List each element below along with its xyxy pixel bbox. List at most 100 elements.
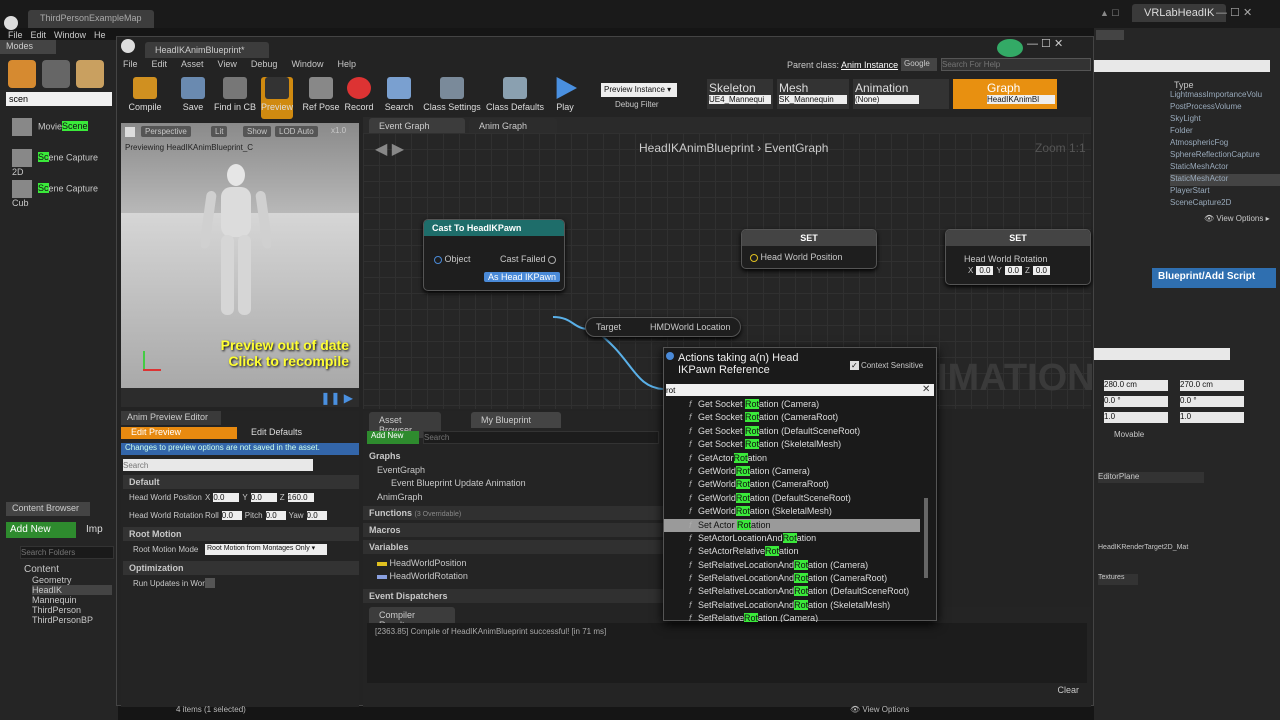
textures-select[interactable]: Textures bbox=[1098, 574, 1138, 585]
set-head-position-node[interactable]: SET Head World Position bbox=[741, 229, 877, 269]
search-button[interactable]: Search bbox=[373, 77, 425, 117]
blueprint-add-script-button[interactable]: Blueprint/Add Script bbox=[1152, 268, 1276, 288]
content-browser-tab[interactable]: Content Browser bbox=[6, 502, 90, 516]
anim-graph-item[interactable]: AnimGraph bbox=[377, 492, 423, 502]
speed-button[interactable]: x1.0 bbox=[331, 126, 346, 135]
outliner-item[interactable]: StaticMeshActor bbox=[1170, 162, 1280, 174]
scale-y-input[interactable]: 1.0 bbox=[1180, 412, 1244, 423]
variables-header[interactable]: Variables bbox=[363, 540, 663, 554]
paint-mode-icon[interactable] bbox=[42, 60, 70, 88]
actions-scrollbar[interactable] bbox=[924, 498, 928, 578]
roll-input[interactable]: 0.0 bbox=[221, 511, 242, 520]
menu-window[interactable]: Window bbox=[291, 59, 323, 69]
pitch-input[interactable]: 0.0 bbox=[265, 511, 286, 520]
place-mode-icon[interactable] bbox=[8, 60, 36, 88]
action-item[interactable]: SetActorLocationAndRotation bbox=[664, 532, 920, 546]
tab-vrlabheadik[interactable]: VRLabHeadIK bbox=[1132, 4, 1227, 22]
folder-item[interactable]: ThirdPersonBP bbox=[32, 615, 112, 625]
hmd-location-node[interactable]: Target HMDWorld Location bbox=[585, 317, 741, 337]
x-input[interactable]: 0.0 bbox=[976, 266, 994, 275]
edit-defaults-tab[interactable]: Edit Defaults bbox=[251, 427, 302, 437]
help-search-input[interactable] bbox=[941, 58, 1091, 71]
set-head-rotation-node[interactable]: SET Head World Rotation X 0.0 Y 0.0 Z 0.0 bbox=[945, 229, 1091, 285]
edit-preview-tab[interactable]: Edit Preview bbox=[121, 427, 237, 439]
event-dispatchers-header[interactable]: Event Dispatchers bbox=[363, 589, 663, 603]
menu-asset[interactable]: Asset bbox=[181, 59, 204, 69]
variable-item[interactable]: HeadWorldRotation bbox=[377, 571, 468, 581]
mode-skeleton[interactable]: Skeleton UE4_Mannequi bbox=[707, 79, 773, 109]
outliner-item[interactable]: Folder bbox=[1170, 126, 1280, 138]
default-section[interactable]: Default bbox=[123, 475, 359, 489]
folder-item[interactable]: Mannequin bbox=[32, 595, 112, 605]
outliner-item[interactable]: StaticMeshActor bbox=[1170, 174, 1280, 186]
lit-button[interactable]: Lit bbox=[211, 126, 228, 137]
action-item[interactable]: GetWorldRotation (Camera) bbox=[664, 465, 920, 479]
lod-button[interactable]: LOD Auto bbox=[275, 126, 318, 137]
action-item[interactable]: SetRelativeLocationAndRotation (Skeletal… bbox=[664, 599, 920, 613]
z-input[interactable]: 0.0 bbox=[1032, 266, 1050, 275]
outliner-search-input[interactable] bbox=[1094, 60, 1270, 72]
search-provider-select[interactable]: Google bbox=[901, 58, 937, 71]
scale-x-input[interactable]: 1.0 bbox=[1104, 412, 1168, 423]
outliner-item[interactable]: SphereReflectionCapture bbox=[1170, 150, 1280, 162]
folder-item[interactable]: Geometry bbox=[32, 575, 112, 585]
mode-animation[interactable]: Animation (None) bbox=[853, 79, 949, 109]
location-x-input[interactable]: 280.0 cm bbox=[1104, 380, 1168, 391]
action-item[interactable]: GetWorldRotation (CameraRoot) bbox=[664, 478, 920, 492]
my-bp-search-input[interactable] bbox=[423, 431, 659, 444]
root-motion-mode-select[interactable]: Root Motion from Montages Only ▾ bbox=[205, 544, 327, 555]
landscape-mode-icon[interactable] bbox=[76, 60, 104, 88]
mode-mesh[interactable]: Mesh SK_Mannequin bbox=[777, 79, 849, 109]
preview-instance-select[interactable]: Preview Instance ▾ bbox=[601, 83, 677, 97]
perspective-button[interactable]: Perspective bbox=[141, 126, 191, 137]
preview-search-input[interactable] bbox=[123, 459, 313, 471]
action-item[interactable]: SetRelativeRotation (Camera) bbox=[664, 612, 920, 622]
target-pin[interactable]: Target bbox=[596, 322, 621, 332]
editor-plane-select[interactable]: EditorPlane bbox=[1098, 472, 1204, 483]
compile-button[interactable]: Compile bbox=[119, 77, 171, 117]
anim-preview-tab[interactable]: Anim Preview Editor bbox=[121, 411, 221, 425]
help-search[interactable] bbox=[1130, 30, 1280, 40]
play-button[interactable]: Play bbox=[543, 77, 587, 117]
movable-button[interactable]: Movable bbox=[1114, 430, 1144, 439]
action-item[interactable]: SetRelativeLocationAndRotation (CameraRo… bbox=[664, 572, 920, 586]
action-item[interactable]: SetRelativeLocationAndRotation (Camera) bbox=[664, 559, 920, 573]
optimization-section[interactable]: Optimization bbox=[123, 561, 359, 575]
find-in-cb-button[interactable]: Find in CB bbox=[209, 77, 261, 117]
y-input[interactable]: 0.0 bbox=[250, 493, 277, 502]
render-target-select[interactable]: HeadIKRenderTarget2D_Mat bbox=[1098, 544, 1210, 555]
mode-graph[interactable]: Graph HeadIKAnimBl bbox=[953, 79, 1057, 109]
z-input[interactable]: 160.0 bbox=[287, 493, 314, 502]
folder-item[interactable]: Content bbox=[24, 564, 112, 575]
action-item[interactable]: GetWorldRotation (DefaultSceneRoot) bbox=[664, 492, 920, 506]
class-settings-button[interactable]: Class Settings bbox=[421, 77, 483, 117]
cast-node[interactable]: Cast To HeadIKPawn Object Cast Failed As… bbox=[423, 219, 565, 291]
context-sensitive-toggle[interactable]: ✓ Context Sensitive bbox=[850, 361, 923, 370]
menu-view[interactable]: View bbox=[218, 59, 237, 69]
outer-menu-file[interactable]: File bbox=[8, 30, 23, 40]
class-defaults-button[interactable]: Class Defaults bbox=[485, 77, 545, 117]
tab-my-blueprint[interactable]: My Blueprint bbox=[471, 412, 561, 428]
viewport-menu-icon[interactable] bbox=[125, 127, 135, 137]
import-button[interactable]: Imp bbox=[86, 524, 103, 535]
yaw-input[interactable]: 0.0 bbox=[306, 511, 327, 520]
clear-button[interactable]: Clear bbox=[1057, 685, 1079, 695]
show-button[interactable]: Show bbox=[243, 126, 272, 137]
outer-menu-help[interactable]: He bbox=[94, 30, 106, 40]
action-item[interactable]: Get Socket Rotation (DefaultSceneRoot) bbox=[664, 425, 920, 439]
menu-help[interactable]: Help bbox=[337, 59, 356, 69]
run-updates-checkbox[interactable] bbox=[205, 578, 215, 588]
macros-header[interactable]: Macros bbox=[363, 523, 663, 537]
outer-menu-edit[interactable]: Edit bbox=[31, 30, 47, 40]
outliner-item[interactable]: SceneCapture2D bbox=[1170, 198, 1280, 210]
outliner-item[interactable]: PostProcessVolume bbox=[1170, 102, 1280, 114]
tab-thirdperson-map[interactable]: ThirdPersonExampleMap bbox=[28, 10, 154, 28]
status-view-options[interactable]: 👁 View Options bbox=[850, 705, 909, 714]
preview-viewport[interactable]: Perspective Lit Show LOD Auto x1.0 Previ… bbox=[121, 123, 359, 407]
action-item[interactable]: GetWorldRotation (SkeletalMesh) bbox=[664, 505, 920, 519]
view-options-button[interactable]: 👁 View Options ▸ bbox=[1204, 214, 1270, 223]
outer-menu-window[interactable]: Window bbox=[54, 30, 86, 40]
action-item[interactable]: SetActorRelativeRotation bbox=[664, 545, 920, 559]
menu-debug[interactable]: Debug bbox=[251, 59, 278, 69]
add-new-button[interactable]: Add New bbox=[6, 522, 76, 538]
